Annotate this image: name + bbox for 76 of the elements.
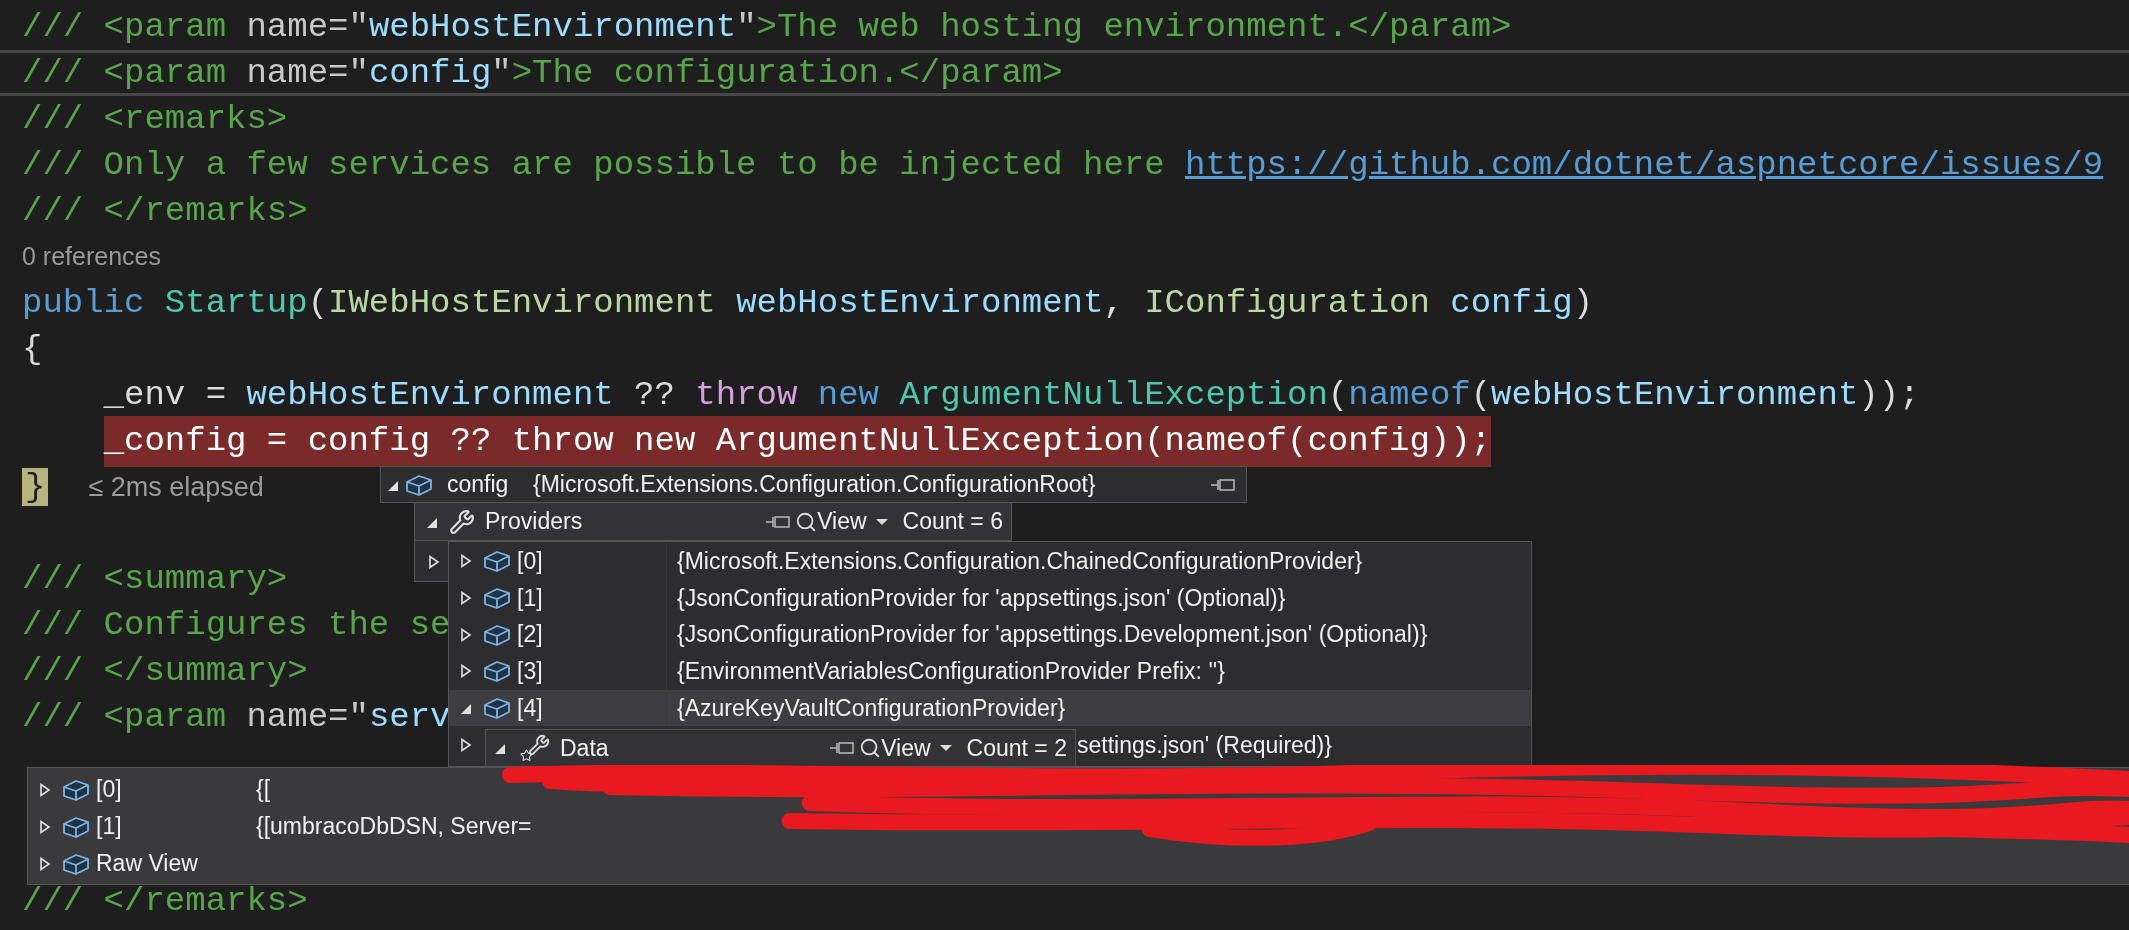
cube-icon	[483, 586, 511, 611]
variable-value: {Microsoft.Extensions.Configuration.ChainedConfigurationProvider}	[676, 547, 1363, 577]
variable-name: [3]	[517, 653, 667, 690]
code-text: /// <param name="serv	[22, 696, 451, 738]
variable-name: [0]	[96, 775, 123, 805]
datatip-row[interactable]: [0] {Microsoft.Extensions.Configuration.ChainedConfigurationProvider}	[449, 543, 1531, 580]
code-text: /// <summary>	[22, 558, 288, 600]
code-text: /// <remarks>	[22, 98, 288, 140]
codelens-references[interactable]: 0 references	[22, 238, 161, 276]
variable-value: {Microsoft.Extensions.Configuration.ConfigurationRoot}	[533, 470, 1096, 500]
code-text: /// </remarks>	[22, 190, 308, 232]
datatip-header[interactable]: Providers View Count = 6	[414, 502, 1012, 541]
cube-icon	[62, 777, 90, 802]
cube-icon	[483, 622, 511, 647]
triangle-icon[interactable]	[460, 737, 472, 752]
caret-icon	[874, 517, 889, 526]
datatip-header[interactable]: config {Microsoft.Extensions.Configuration.ConfigurationRoot}	[380, 466, 1247, 503]
code-text: _config = config ?? throw new ArgumentNullException(nameof(config));	[103, 415, 1492, 467]
datatip-row[interactable]: [2] {JsonConfigurationProvider for 'appsettings.Development.json' (Optional)}	[449, 616, 1531, 654]
cube-icon	[483, 549, 511, 574]
triangle-icon[interactable]	[460, 627, 472, 642]
variable-value: {[umbracoDbDSN, Server=	[255, 812, 532, 842]
code-text: {	[22, 328, 43, 370]
search-icon	[859, 737, 882, 759]
pin-icon[interactable]	[765, 513, 792, 530]
wrench-star-icon	[520, 734, 550, 762]
cube-icon	[62, 851, 90, 876]
code-text: /// Only a few services are possible to be injected here https://github.com/dotnet/aspnetcore/issues/9	[22, 144, 2104, 186]
code-text: /// </remarks>	[22, 880, 308, 922]
view-button[interactable]: View	[859, 730, 953, 766]
variable-name: [0]	[517, 543, 667, 580]
pin-icon[interactable]	[1210, 476, 1236, 493]
code-text: /// <param name="webHostEnvironment">The web hosting environment.</param>	[22, 6, 1512, 48]
cube-icon	[405, 472, 433, 497]
view-button[interactable]: View	[795, 504, 889, 539]
cube-icon	[483, 659, 511, 684]
variable-value: {EnvironmentVariablesConfigurationProvider Prefix: ''}	[676, 657, 1225, 687]
variable-name: [1]	[96, 812, 123, 842]
count-text: Count = 2	[966, 733, 1067, 763]
code-text: _env = webHostEnvironment ?? throw new ArgumentNullException(nameof(webHostEnvironment));	[102, 374, 1920, 416]
datatip-header[interactable]: Data View Count = 2	[485, 729, 1076, 767]
count-text: Count = 6	[902, 507, 1003, 537]
variable-name: [4]	[517, 689, 667, 727]
property-name: Providers	[485, 507, 583, 537]
perf-tip[interactable]: ≤ 2ms elapsed	[88, 466, 264, 508]
datatip-row[interactable]: [4] {AzureKeyVaultConfigurationProvider}	[449, 689, 1531, 727]
code-text: /// </summary>	[22, 650, 308, 692]
triangle-icon[interactable]	[460, 664, 472, 679]
variable-value: settings.json' (Required)}	[1077, 730, 1332, 760]
triangle-icon[interactable]	[39, 819, 51, 834]
variable-value: {[	[255, 775, 271, 805]
search-icon	[795, 510, 818, 533]
wrench-icon	[449, 508, 475, 535]
triangle-icon[interactable]	[39, 856, 51, 871]
variable-value: {JsonConfigurationProvider for 'appsettings.Development.json' (Optional)}	[676, 620, 1428, 650]
cube-icon	[483, 696, 511, 721]
cube-icon	[62, 814, 90, 839]
triangle-icon[interactable]	[460, 554, 472, 569]
variable-name: [1]	[517, 579, 667, 617]
triangle-icon[interactable]	[39, 782, 51, 797]
variable-value: {JsonConfigurationProvider for 'appsettings.json' (Optional)}	[676, 583, 1286, 613]
code-text: /// <param name="config">The configuration.</param>	[22, 52, 1063, 94]
pin-icon[interactable]	[829, 740, 856, 756]
triangle-icon[interactable]	[428, 554, 440, 569]
variable-name: Raw View	[96, 849, 199, 879]
code-text: /// Configures the se	[22, 604, 451, 646]
triangle-icon[interactable]	[460, 591, 472, 606]
datatip-row[interactable]: [3] {EnvironmentVariablesConfigurationProvider Prefix: ''}	[449, 653, 1531, 690]
variable-name: config	[447, 470, 510, 500]
caret-icon	[938, 744, 953, 752]
code-text: public Startup(IWebHostEnvironment webHostEnvironment, IConfiguration config)	[22, 282, 1594, 324]
variable-value: {AzureKeyVaultConfigurationProvider}	[676, 693, 1066, 723]
datatip-row[interactable]: [1] {JsonConfigurationProvider for 'appsettings.json' (Optional)}	[449, 579, 1531, 617]
link[interactable]: https://github.com/dotnet/aspnetcore/issues/9	[1185, 145, 2104, 184]
property-name: Data	[560, 733, 609, 763]
variable-name: [2]	[517, 616, 667, 654]
